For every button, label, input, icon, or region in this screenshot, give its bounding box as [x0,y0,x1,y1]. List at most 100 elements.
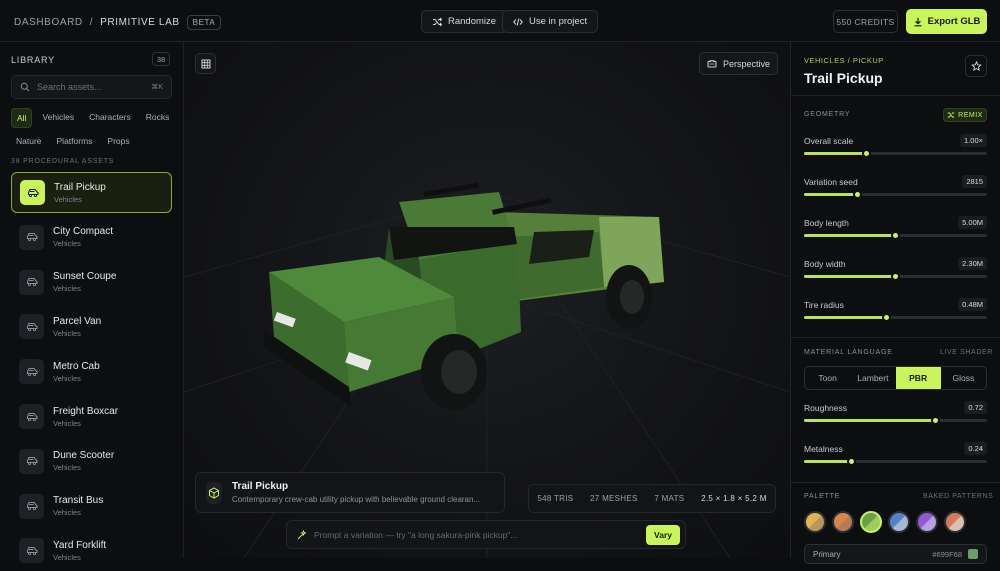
slider-handle[interactable] [861,149,871,158]
star-icon [970,60,982,71]
asset-category: Vehicles [53,284,81,294]
asset-icon [19,538,44,564]
slider-handle[interactable] [847,457,857,466]
slider-track[interactable] [804,231,987,240]
primary-color-row[interactable]: Primary #699F68 [804,544,987,564]
export-glb-button[interactable]: Export GLB [906,9,987,34]
use-in-project-button[interactable]: Use in project [502,10,599,33]
slider-fill [804,419,936,422]
slider-handle[interactable] [852,190,862,199]
slider-tire-radius[interactable]: Tire radius 0.48M [804,298,987,322]
asset-item[interactable]: Yard Forklift Vehicles [11,530,172,571]
asset-item[interactable]: Freight Boxcar Vehicles [11,396,172,437]
variation-prompt[interactable]: Vary [286,520,686,549]
assets-section-label: 38 PROCEDURAL ASSETS [11,158,115,165]
slider-label: Roughness [804,403,848,413]
slider-value: 2.30M [958,257,987,270]
shader-option-lambert[interactable]: Lambert [850,367,895,389]
grid-icon [201,59,210,68]
car-icon [26,367,37,376]
beta-badge: BETA [186,15,222,30]
asset-category: Vehicles [53,552,81,562]
randomize-button[interactable]: Randomize [421,10,508,33]
grid-toggle-button[interactable] [195,53,216,74]
palette-swatch[interactable] [860,511,882,533]
shader-option-toon[interactable]: Toon [805,367,850,389]
camera-icon [707,59,717,67]
slider-body-length[interactable]: Body length 5.00M [804,216,987,240]
slider-handle[interactable] [891,272,900,281]
library-count: 38 [152,52,170,66]
slider-track[interactable] [804,190,987,199]
slider-handle[interactable] [931,416,941,425]
shader-option-gloss[interactable]: Gloss [941,367,986,389]
car-icon [26,546,37,555]
palette-swatch[interactable] [832,511,854,533]
remix-button[interactable]: REMIX [943,108,987,122]
asset-item[interactable]: Trail Pickup Vehicles [11,172,172,213]
asset-icon [20,180,45,205]
slider-fill [804,275,896,278]
search-box[interactable]: ⌘K [11,75,172,99]
slider-handle[interactable] [881,313,891,322]
palette-swatch[interactable] [916,511,938,533]
palette-swatch[interactable] [888,511,910,533]
breadcrumb: DASHBOARD / PRIMITIVE LAB BETA [14,15,222,30]
asset-item[interactable]: Dune Scooter Vehicles [11,441,172,482]
shuffle-icon [947,112,955,118]
slider-overall-scale[interactable]: Overall scale 1.00× [804,134,987,158]
slider-fill [804,234,896,237]
asset-icon [19,269,44,295]
crumb-dashboard[interactable]: DASHBOARD [14,17,83,28]
crumb-current: PRIMITIVE LAB [100,17,180,28]
mesh-stats: 548 TRIS 27 MESHES 7 MATS 2.5 × 1.8 × 5.… [528,484,776,513]
palette-swatch[interactable] [944,511,966,533]
palette-swatch[interactable] [804,511,826,533]
slider-variation-seed[interactable]: Variation seed 2815 [804,175,987,199]
slider-fill [804,152,867,155]
prompt-input[interactable] [314,529,639,540]
asset-item[interactable]: Transit Bus Vehicles [11,486,172,527]
slider-handle[interactable] [891,231,900,240]
favorite-button[interactable] [965,55,987,77]
slider-label: Variation seed [804,177,858,187]
search-input[interactable] [37,82,137,92]
asset-icon [19,314,44,340]
camera-mode-button[interactable]: Perspective [699,52,778,75]
baked-patterns-label: BAKED PATTERNS [923,493,994,500]
asset-category: Vehicles [53,328,81,338]
filter-platforms[interactable]: Platforms [52,132,98,150]
palette-swatches [804,511,966,533]
slider-fill [804,316,887,319]
slider-metalness[interactable]: Metalness 0.24 [804,442,987,466]
filter-rocks[interactable]: Rocks [141,108,175,128]
slider-track[interactable] [804,149,987,158]
slider-track[interactable] [804,313,987,322]
filter-vehicles[interactable]: Vehicles [37,108,79,128]
filter-props[interactable]: Props [102,132,134,150]
use-in-project-label: Use in project [529,16,588,27]
slider-track[interactable] [804,416,987,425]
asset-item[interactable]: Metro Cab Vehicles [11,351,172,392]
asset-item[interactable]: Parcel Van Vehicles [11,306,172,347]
asset-icon [19,224,44,250]
filter-characters[interactable]: Characters [84,108,136,128]
asset-item[interactable]: City Compact Vehicles [11,217,172,258]
3d-viewport[interactable]: Perspective Trail Pickup Contemporary cr… [184,42,790,558]
slider-track[interactable] [804,457,987,466]
vary-button[interactable]: Vary [646,524,680,545]
slider-label: Metalness [804,444,843,454]
slider-value: 5.00M [958,216,987,229]
asset-icon [19,404,44,429]
shader-option-pbr[interactable]: PBR [895,367,941,389]
filter-nature[interactable]: Nature [11,132,47,150]
car-icon [26,278,37,287]
slider-body-width[interactable]: Body width 2.30M [804,257,987,281]
stat-meshes: 27 MESHES [590,494,638,503]
car-icon [26,322,37,331]
slider-roughness[interactable]: Roughness 0.72 [804,401,987,425]
slider-value: 0.48M [958,298,987,311]
slider-track[interactable] [804,272,987,281]
filter-all[interactable]: All [11,108,33,128]
asset-item[interactable]: Sunset Coupe Vehicles [11,262,172,303]
